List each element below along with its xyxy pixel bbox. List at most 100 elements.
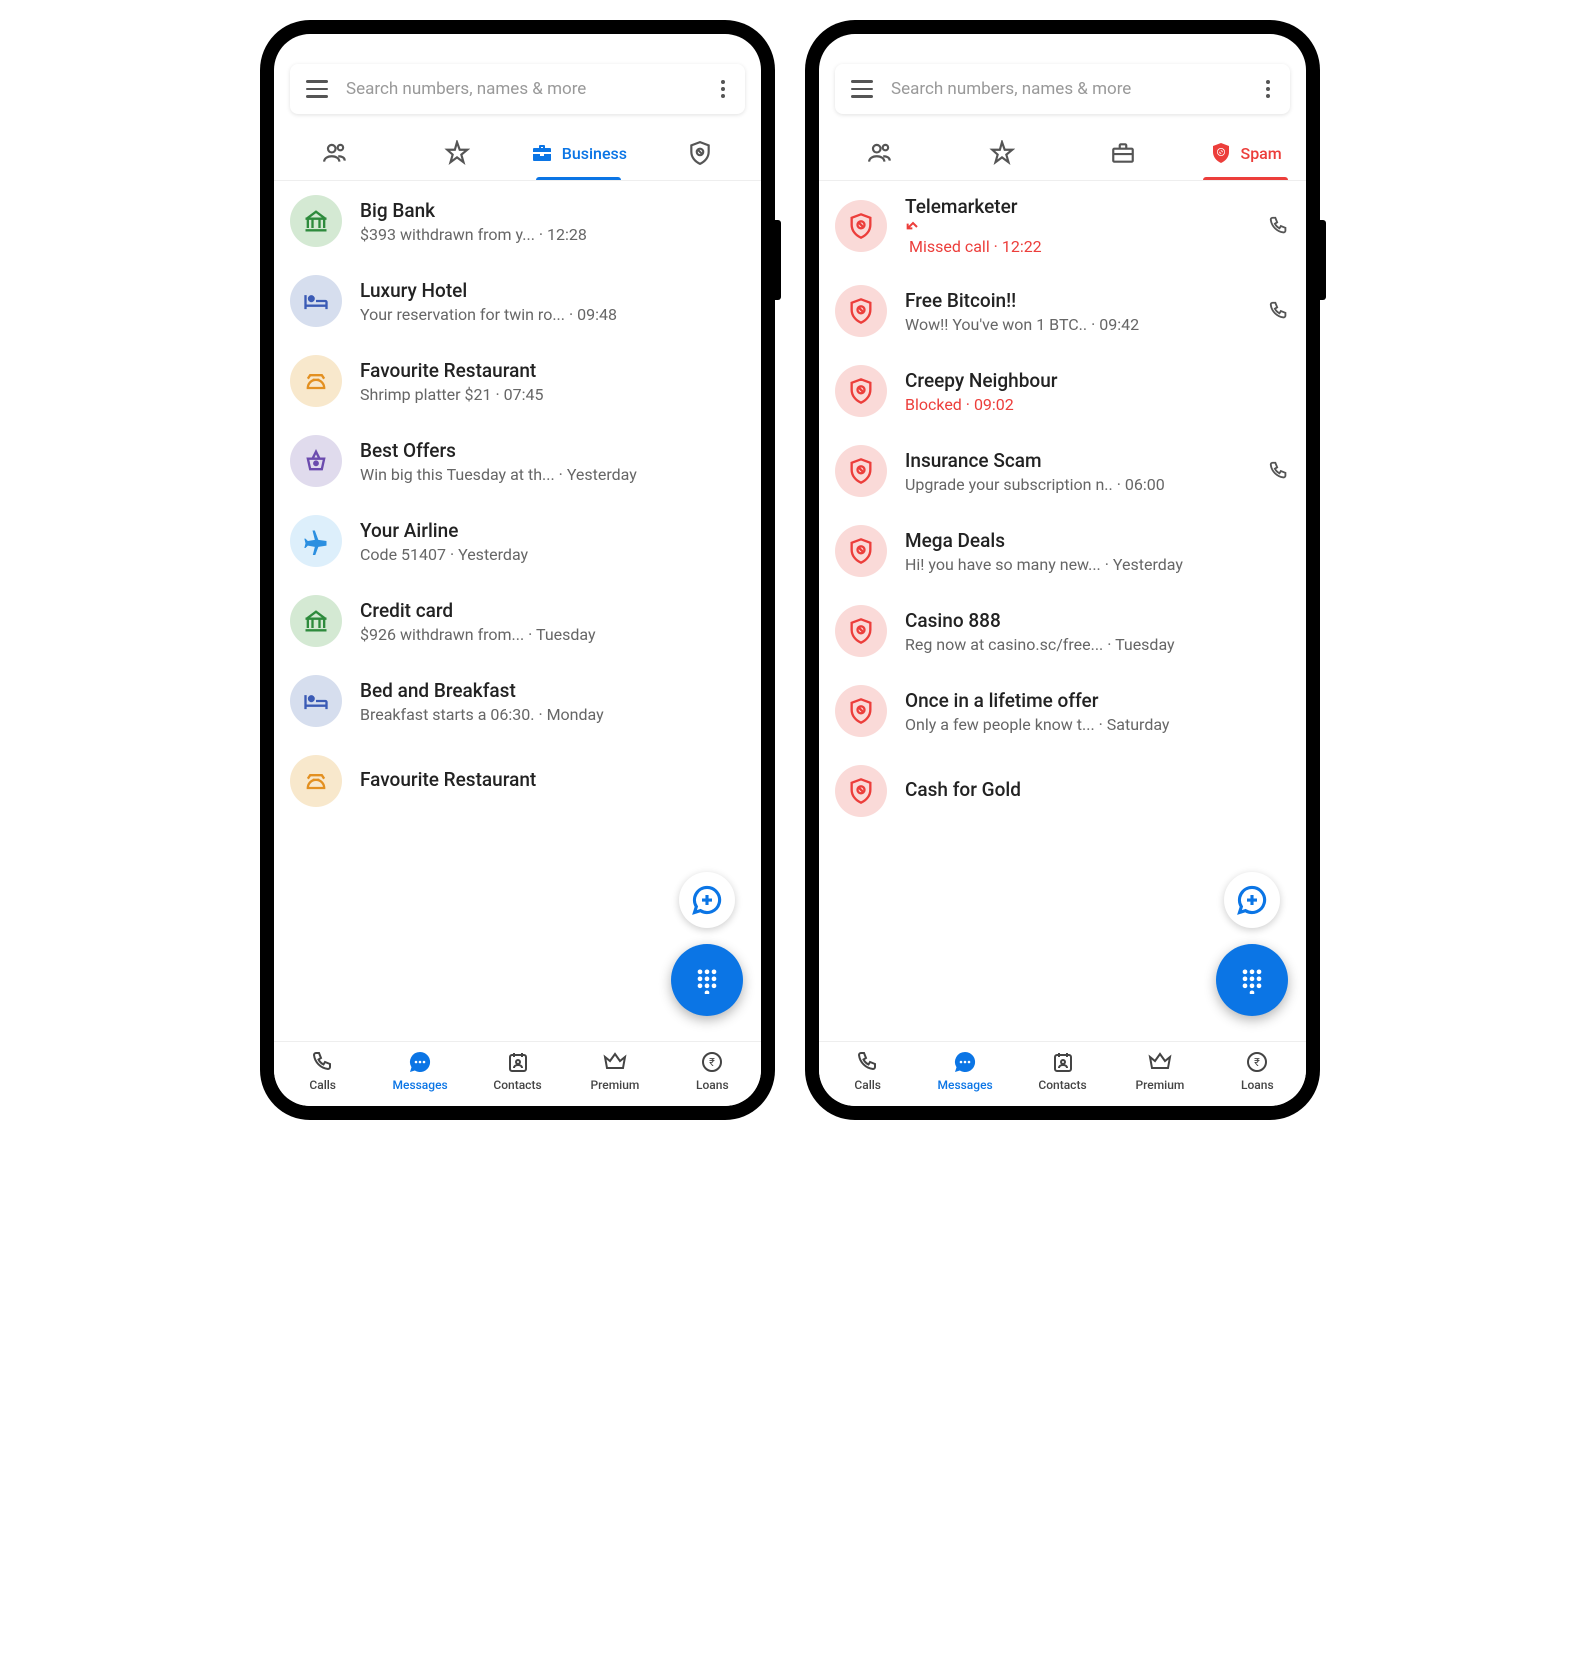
bottom-nav: Calls Messages Contacts Premium ₹ Loans — [274, 1041, 761, 1106]
search-bar[interactable] — [290, 64, 745, 114]
search-input[interactable] — [891, 79, 1262, 99]
tab-contacts[interactable] — [819, 126, 941, 180]
shield-icon — [835, 765, 887, 817]
list-item[interactable]: Mega Deals Hi! you have so many new... ·… — [819, 511, 1306, 591]
shield-icon — [835, 365, 887, 417]
tab-business[interactable] — [1063, 126, 1185, 180]
list-item[interactable]: Telemarketer Missed call · 12:22 — [819, 181, 1306, 271]
briefcase-icon — [530, 141, 554, 165]
nav-calls[interactable]: Calls — [274, 1050, 371, 1092]
tab-favorites[interactable] — [396, 126, 518, 180]
list-item[interactable]: Favourite Restaurant Shrimp platter $21 … — [274, 341, 761, 421]
call-button[interactable] — [1268, 460, 1290, 482]
search-bar[interactable] — [835, 64, 1290, 114]
rupee-icon: ₹ — [1245, 1050, 1269, 1074]
item-title: Once in a lifetime offer — [905, 689, 1290, 712]
item-content: Best Offers Win big this Tuesday at th..… — [360, 439, 745, 484]
calendar-contact-icon — [506, 1050, 530, 1074]
nav-messages[interactable]: Messages — [916, 1050, 1013, 1092]
item-subtitle: Missed call · 12:22 — [905, 221, 1250, 257]
bank-icon — [290, 195, 342, 247]
search-input[interactable] — [346, 79, 717, 99]
item-content: Creepy Neighbour Blocked · 09:02 — [905, 369, 1290, 414]
svg-text:₹: ₹ — [709, 1056, 715, 1069]
item-title: Best Offers — [360, 439, 745, 462]
dialpad-fab[interactable] — [1216, 944, 1288, 1016]
list-item[interactable]: Free Bitcoin!! Wow!! You've won 1 BTC.. … — [819, 271, 1306, 351]
tab-label: Business — [562, 144, 627, 163]
item-content: Favourite Restaurant — [360, 768, 745, 794]
briefcase-icon — [1110, 140, 1136, 166]
dialpad-fab[interactable] — [671, 944, 743, 1016]
new-message-fab[interactable] — [1224, 872, 1280, 928]
more-icon[interactable] — [717, 76, 729, 102]
item-title: Free Bitcoin!! — [905, 289, 1250, 312]
list-item[interactable]: Your Airline Code 51407 · Yesterday — [274, 501, 761, 581]
item-content: Big Bank $393 withdrawn from y... · 12:2… — [360, 199, 745, 244]
nav-premium[interactable]: Premium — [566, 1050, 663, 1092]
new-message-fab[interactable] — [679, 872, 735, 928]
tab-business[interactable]: Business — [518, 126, 640, 180]
nav-premium[interactable]: Premium — [1111, 1050, 1208, 1092]
shield-icon — [835, 685, 887, 737]
list-item[interactable]: Bed and Breakfast Breakfast starts a 06:… — [274, 661, 761, 741]
list-item[interactable]: Insurance Scam Upgrade your subscription… — [819, 431, 1306, 511]
contacts-icon — [867, 140, 893, 166]
item-content: Luxury Hotel Your reservation for twin r… — [360, 279, 745, 324]
shield-icon — [1209, 141, 1233, 165]
menu-icon[interactable] — [851, 80, 873, 98]
list-item[interactable]: Favourite Restaurant — [274, 741, 761, 821]
nav-messages[interactable]: Messages — [371, 1050, 468, 1092]
svg-text:₹: ₹ — [1254, 1056, 1260, 1069]
contacts-icon — [322, 140, 348, 166]
item-title: Your Airline — [360, 519, 745, 542]
nav-loans[interactable]: ₹ Loans — [1209, 1050, 1306, 1092]
item-content: Insurance Scam Upgrade your subscription… — [905, 449, 1250, 494]
crown-icon — [1148, 1050, 1172, 1074]
item-subtitle: Blocked · 09:02 — [905, 395, 1290, 414]
item-subtitle: Only a few people know t... · Saturday — [905, 715, 1290, 734]
list-item[interactable]: Creepy Neighbour Blocked · 09:02 — [819, 351, 1306, 431]
star-icon — [444, 140, 470, 166]
shield-icon — [835, 605, 887, 657]
item-content: Free Bitcoin!! Wow!! You've won 1 BTC.. … — [905, 289, 1250, 334]
item-title: Cash for Gold — [905, 778, 1290, 801]
item-content: Bed and Breakfast Breakfast starts a 06:… — [360, 679, 745, 724]
nav-loans[interactable]: ₹ Loans — [664, 1050, 761, 1092]
list-item[interactable]: Credit card $926 withdrawn from... · Tue… — [274, 581, 761, 661]
tab-contacts[interactable] — [274, 126, 396, 180]
nav-calls[interactable]: Calls — [819, 1050, 916, 1092]
screen-2: Spam Telemarketer Missed call · 12:22 Fr… — [819, 34, 1306, 1106]
list-item[interactable]: Best Offers Win big this Tuesday at th..… — [274, 421, 761, 501]
tab-spam[interactable] — [639, 126, 761, 180]
item-title: Mega Deals — [905, 529, 1290, 552]
bottom-nav: Calls Messages Contacts Premium ₹ Loans — [819, 1041, 1306, 1106]
item-content: Casino 888 Reg now at casino.sc/free... … — [905, 609, 1290, 654]
item-title: Favourite Restaurant — [360, 768, 745, 791]
basket-icon — [290, 435, 342, 487]
list-item[interactable]: Big Bank $393 withdrawn from y... · 12:2… — [274, 181, 761, 261]
list-item[interactable]: Casino 888 Reg now at casino.sc/free... … — [819, 591, 1306, 671]
phone-icon — [311, 1050, 335, 1074]
item-subtitle: Hi! you have so many new... · Yesterday — [905, 555, 1290, 574]
nav-contacts[interactable]: Contacts — [469, 1050, 566, 1092]
call-button[interactable] — [1268, 215, 1290, 237]
list-item[interactable]: Cash for Gold — [819, 751, 1306, 831]
menu-icon[interactable] — [306, 80, 328, 98]
item-title: Credit card — [360, 599, 745, 622]
item-title: Creepy Neighbour — [905, 369, 1290, 392]
call-button[interactable] — [1268, 300, 1290, 322]
tab-favorites[interactable] — [941, 126, 1063, 180]
tab-spam[interactable]: Spam — [1184, 126, 1306, 180]
nav-contacts[interactable]: Contacts — [1014, 1050, 1111, 1092]
calendar-contact-icon — [1051, 1050, 1075, 1074]
fab-container — [1216, 872, 1288, 1016]
item-content: Cash for Gold — [905, 778, 1290, 804]
list-item[interactable]: Luxury Hotel Your reservation for twin r… — [274, 261, 761, 341]
list-item[interactable]: Once in a lifetime offer Only a few peop… — [819, 671, 1306, 751]
item-title: Casino 888 — [905, 609, 1290, 632]
more-icon[interactable] — [1262, 76, 1274, 102]
item-content: Credit card $926 withdrawn from... · Tue… — [360, 599, 745, 644]
item-subtitle: Breakfast starts a 06:30. · Monday — [360, 705, 745, 724]
food-icon — [290, 755, 342, 807]
